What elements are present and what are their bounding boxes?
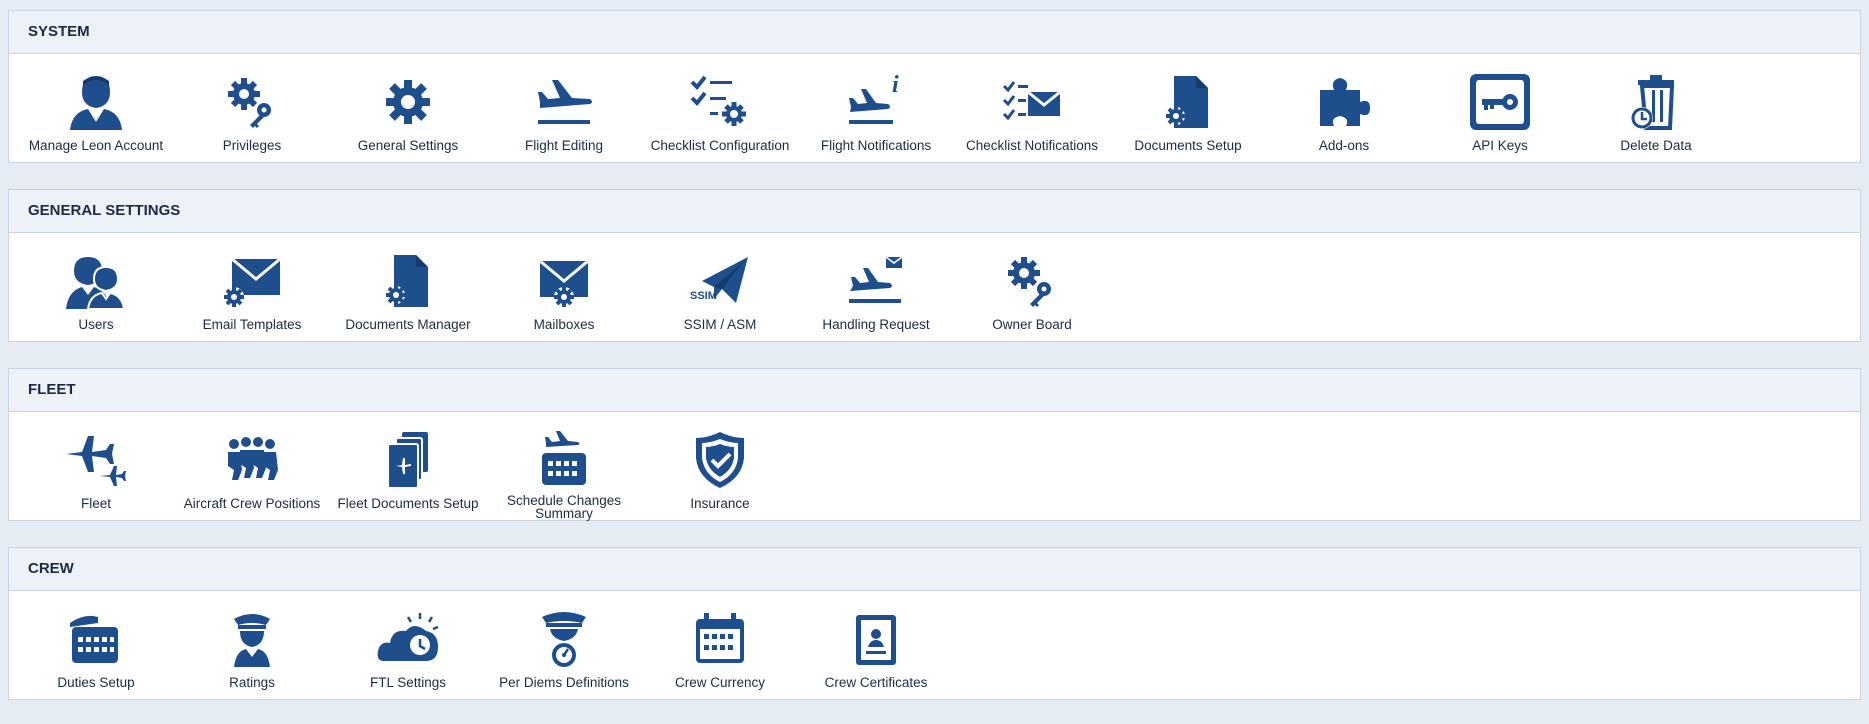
tile-label: Flight Editing	[524, 138, 604, 153]
plane-documents-icon	[387, 432, 428, 489]
tile-label: API Keys	[1472, 138, 1528, 153]
tile-general-settings[interactable]: General Settings	[330, 54, 486, 162]
tile-duties-setup[interactable]: Duties Setup	[18, 591, 174, 699]
tile-label: Insurance	[690, 496, 750, 511]
tile-per-diems-definitions[interactable]: Per Diems Definitions	[486, 591, 642, 699]
section-fleet: FLEET Fleet Aircraft Crew Positions Flee…	[8, 368, 1861, 521]
tile-insurance[interactable]: Insurance	[642, 412, 798, 520]
tile-owner-board[interactable]: Owner Board	[954, 233, 1110, 341]
section-general-settings: GENERAL SETTINGS Users Email Templates D…	[8, 189, 1861, 342]
gears-key-icon	[228, 78, 271, 128]
tile-label: Documents Manager	[345, 317, 471, 332]
tile-label: Users	[78, 317, 114, 332]
tile-users[interactable]: Users	[18, 233, 174, 341]
checklist-envelope-icon	[1002, 81, 1061, 121]
tile-documents-manager[interactable]: Documents Manager	[330, 233, 486, 341]
svg-text:i: i	[892, 72, 899, 98]
envelope-gear-icon	[224, 257, 281, 307]
tile-label: Email Templates	[202, 317, 302, 332]
section-system: SYSTEM Manage Leon Account Privileges Ge…	[8, 10, 1861, 163]
tile-label: Checklist Notifications	[965, 138, 1099, 153]
tile-schedule-changes-summary[interactable]: Schedule Changes Summary	[486, 412, 642, 520]
checklist-gear-icon	[690, 75, 746, 126]
document-gear-icon	[1166, 76, 1208, 128]
trash-clock-icon	[1631, 75, 1675, 130]
tile-label: Mailboxes	[533, 317, 595, 332]
tile-label: Handling Request	[822, 317, 930, 332]
tile-label: Checklist Configuration	[650, 138, 790, 153]
gear-icon	[386, 80, 430, 124]
cloud-clock-icon	[377, 613, 439, 661]
planes-icon	[66, 436, 126, 486]
tile-fleet[interactable]: Fleet	[18, 412, 174, 520]
tile-flight-editing[interactable]: Flight Editing	[486, 54, 642, 162]
tile-checklist-notifications[interactable]: Checklist Notifications	[954, 54, 1110, 162]
section-title: CREW	[9, 548, 1860, 591]
tile-fleet-documents-setup[interactable]: Fleet Documents Setup	[330, 412, 486, 520]
pilot-calendar-icon	[70, 615, 118, 663]
tile-ssim-asm[interactable]: SSIM SSIM / ASM	[642, 233, 798, 341]
tile-label: SSIM / ASM	[683, 317, 757, 332]
tile-label: General Settings	[357, 138, 459, 153]
pilot-icon	[234, 614, 270, 667]
tile-email-templates[interactable]: Email Templates	[174, 233, 330, 341]
tile-label: Manage Leon Account	[28, 138, 164, 153]
mailbox-gear-icon	[539, 259, 589, 307]
tile-label: Fleet	[80, 496, 111, 511]
key-icon	[1470, 74, 1530, 130]
tile-label: Schedule Changes Summary	[506, 493, 622, 521]
tile-label: Owner Board	[992, 317, 1072, 332]
tile-label: Aircraft Crew Positions	[183, 496, 321, 511]
plane-takeoff-icon	[538, 80, 592, 124]
section-crew: CREW Duties Setup Ratings FTL Settings P…	[8, 547, 1861, 700]
tile-checklist-configuration[interactable]: Checklist Configuration	[642, 54, 798, 162]
tile-label: Add-ons	[1318, 138, 1370, 153]
puzzle-icon	[1320, 78, 1370, 126]
section-title: FLEET	[9, 369, 1860, 412]
section-title: SYSTEM	[9, 11, 1860, 54]
tile-documents-setup[interactable]: Documents Setup	[1110, 54, 1266, 162]
plane-envelope-icon	[849, 256, 903, 303]
tile-label: Documents Setup	[1134, 138, 1242, 153]
tile-crew-currency[interactable]: Crew Currency	[642, 591, 798, 699]
tile-label: FTL Settings	[369, 675, 447, 690]
document-gear-icon	[386, 255, 428, 307]
ssim-paperplane-icon: SSIM	[690, 257, 748, 303]
tile-label: Per Diems Definitions	[499, 675, 629, 690]
tile-label: Privileges	[222, 138, 282, 153]
tile-manage-leon-account[interactable]: Manage Leon Account	[18, 54, 174, 162]
tile-flight-notifications[interactable]: i Flight Notifications	[798, 54, 954, 162]
tile-aircraft-crew-positions[interactable]: Aircraft Crew Positions	[174, 412, 330, 520]
gears-key-icon	[1008, 257, 1051, 307]
crew-seats-icon	[228, 437, 278, 480]
tile-label: Delete Data	[1620, 138, 1692, 153]
tile-label: Ratings	[229, 675, 275, 690]
tile-delete-data[interactable]: Delete Data	[1578, 54, 1734, 162]
tile-label: Crew Certificates	[824, 675, 928, 690]
svg-text:SSIM: SSIM	[690, 290, 717, 302]
shield-check-icon	[696, 432, 744, 488]
tile-label: Flight Notifications	[820, 138, 932, 153]
tile-api-keys[interactable]: API Keys	[1422, 54, 1578, 162]
tile-add-ons[interactable]: Add-ons	[1266, 54, 1422, 162]
tile-label: Duties Setup	[57, 675, 135, 690]
settings-page: SYSTEM Manage Leon Account Privileges Ge…	[0, 0, 1869, 700]
users-icon	[66, 257, 126, 310]
section-title: GENERAL SETTINGS	[9, 190, 1860, 233]
tile-ftl-settings[interactable]: FTL Settings	[330, 591, 486, 699]
tile-crew-certificates[interactable]: Crew Certificates	[798, 591, 954, 699]
tile-label: Fleet Documents Setup	[337, 496, 479, 511]
pilot-gauge-icon	[542, 612, 586, 667]
tile-handling-request[interactable]: Handling Request	[798, 233, 954, 341]
plane-calendar-icon	[542, 430, 586, 485]
user-icon	[70, 76, 122, 130]
tile-ratings[interactable]: Ratings	[174, 591, 330, 699]
tile-mailboxes[interactable]: Mailboxes	[486, 233, 642, 341]
tile-label: Crew Currency	[674, 675, 766, 690]
certificate-icon	[856, 615, 896, 665]
plane-info-icon: i	[849, 72, 899, 124]
tile-privileges[interactable]: Privileges	[174, 54, 330, 162]
calendar-icon	[696, 613, 744, 663]
